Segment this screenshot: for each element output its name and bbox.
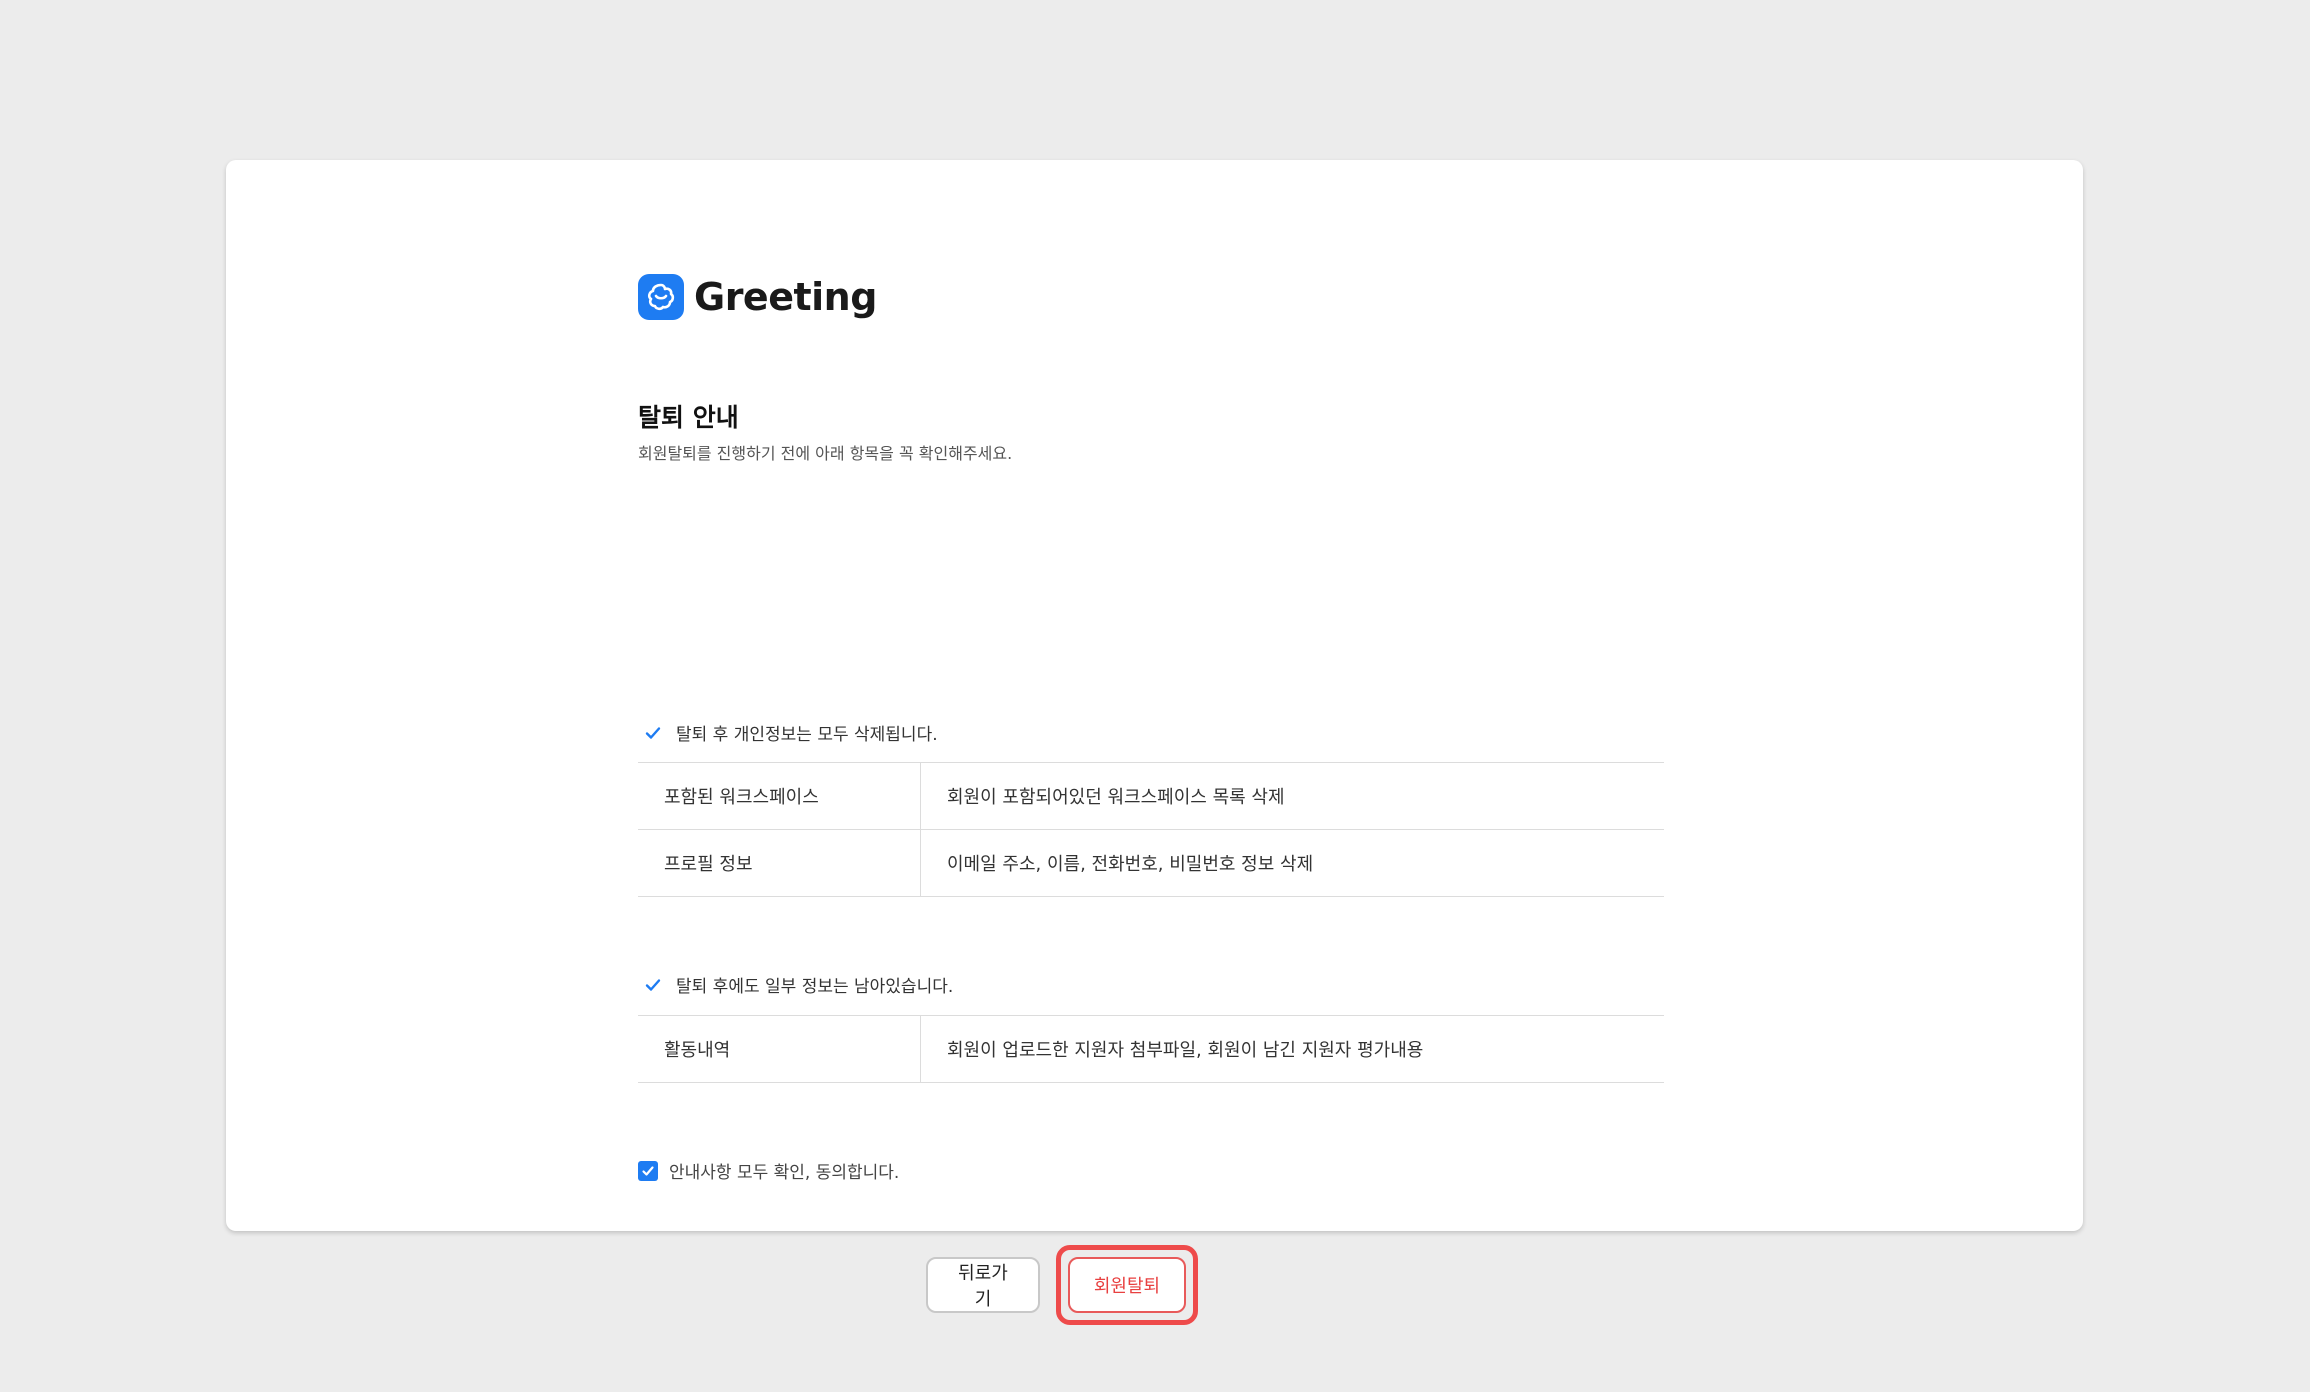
greeting-logo-icon [638,274,684,320]
section-title-deleted: 탈퇴 후 개인정보는 모두 삭제됩니다. [638,720,938,745]
withdraw-button-highlight: 회원탈퇴 [1056,1245,1198,1325]
row-label: 포함된 워크스페이스 [638,763,921,829]
agreement-checkbox[interactable]: 안내사항 모두 확인, 동의합니다. [638,1158,899,1183]
page-title: 탈퇴 안내 [638,403,739,432]
action-buttons: 뒤로가기 회원탈퇴 [549,1245,1575,1325]
checkbox-checked-icon[interactable] [638,1160,658,1181]
section-title-retained: 탈퇴 후에도 일부 정보는 남아있습니다. [638,972,953,997]
section-title-text: 탈퇴 후에도 일부 정보는 남아있습니다. [676,977,954,997]
brand-logo[interactable]: Greeting [638,272,877,322]
agreement-label: 안내사항 모두 확인, 동의합니다. [669,1163,900,1183]
row-value: 회원이 포함되어있던 워크스페이스 목록 삭제 [947,787,1285,808]
page-subtitle: 회원탈퇴를 진행하기 전에 아래 항목을 꼭 확인해주세요. [638,444,1013,463]
withdrawal-card: Greeting 탈퇴 안내 회원탈퇴를 진행하기 전에 아래 항목을 꼭 확인… [226,160,2083,1325]
row-label: 활동내역 [638,1016,921,1082]
brand-name: Greeting [694,275,877,319]
section-title-text: 탈퇴 후 개인정보는 모두 삭제됩니다. [676,725,938,745]
deleted-info-table: 포함된 워크스페이스 회원이 포함되어있던 워크스페이스 목록 삭제 프로필 정… [638,762,1664,897]
row-label: 프로필 정보 [638,830,921,896]
check-icon [642,974,664,996]
back-button[interactable]: 뒤로가기 [926,1257,1040,1313]
check-icon [642,722,664,744]
table-row: 프로필 정보 이메일 주소, 이름, 전화번호, 비밀번호 정보 삭제 [638,830,1664,897]
retained-info-table: 활동내역 회원이 업로드한 지원자 첨부파일, 회원이 남긴 지원자 평가내용 [638,1015,1664,1083]
row-value: 회원이 업로드한 지원자 첨부파일, 회원이 남긴 지원자 평가내용 [947,1040,1424,1061]
row-value: 이메일 주소, 이름, 전화번호, 비밀번호 정보 삭제 [947,854,1314,875]
withdraw-button[interactable]: 회원탈퇴 [1068,1257,1186,1313]
table-row: 활동내역 회원이 업로드한 지원자 첨부파일, 회원이 남긴 지원자 평가내용 [638,1016,1664,1083]
table-row: 포함된 워크스페이스 회원이 포함되어있던 워크스페이스 목록 삭제 [638,763,1664,830]
